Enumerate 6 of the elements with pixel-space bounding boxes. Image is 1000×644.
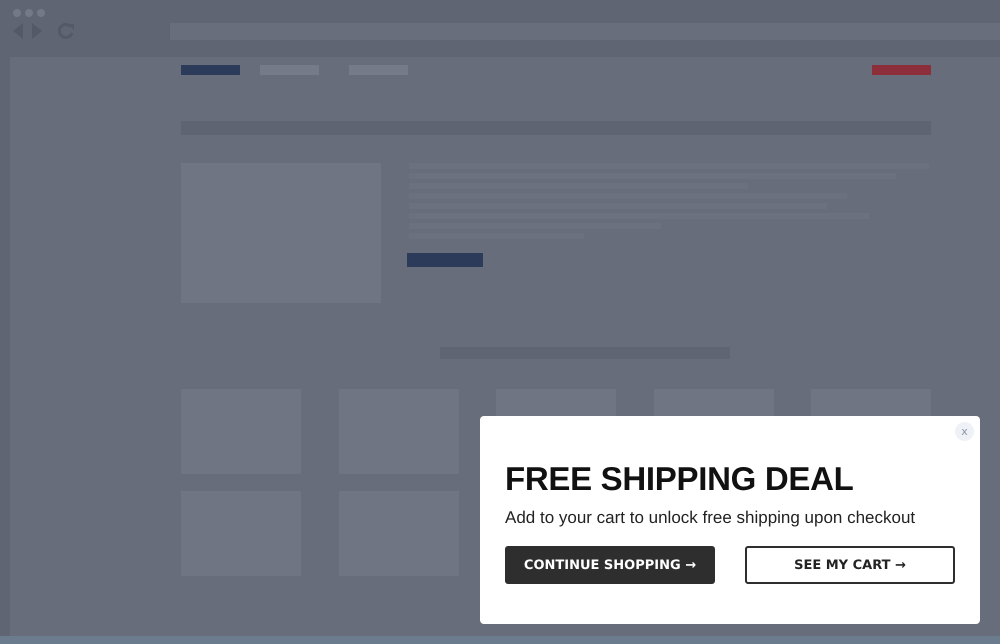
nav-placeholder [181,65,240,75]
continue-button[interactable]: CONTINUE SHOPPING → [505,546,715,584]
cart-button[interactable]: SEE MY CART → [745,546,955,584]
popup-message: Add to your cart to unlock free shipping upon checkout [505,508,916,528]
popup-title: FREE SHIPPING DEAL [505,460,854,498]
nav-placeholder [872,65,931,75]
